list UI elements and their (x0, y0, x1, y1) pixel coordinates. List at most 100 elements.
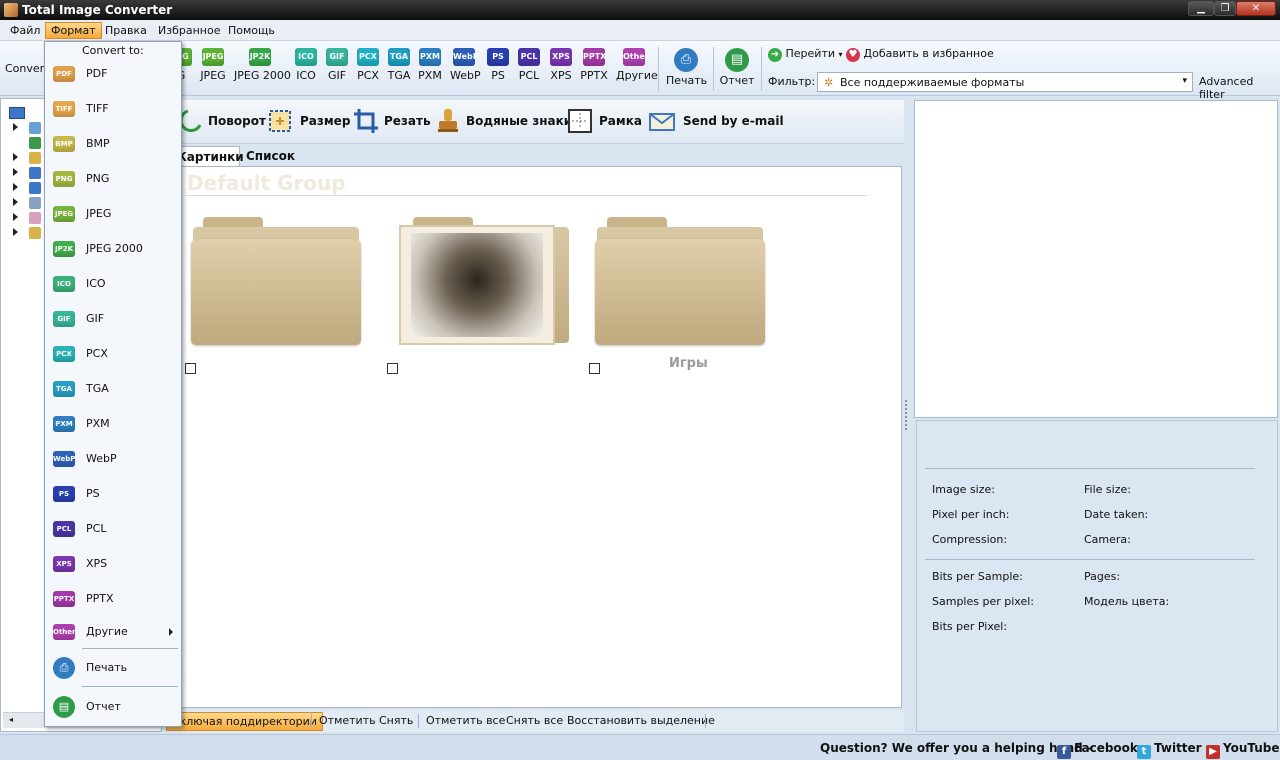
expand-arrow-icon[interactable] (13, 168, 18, 176)
add-favorites-button[interactable]: ♥ Добавить в избранное (846, 47, 994, 62)
send-email-button[interactable]: Send by e-mail (648, 107, 784, 137)
toolbar-pptx[interactable]: PPTX PPTX (580, 48, 608, 82)
twitter-icon: t (1137, 745, 1151, 759)
check-all-button[interactable]: Отметить все (426, 714, 505, 727)
menu-item-print[interactable]: ⎙ Печать (49, 653, 179, 683)
expand-arrow-icon[interactable] (13, 198, 18, 206)
goto-button[interactable]: ➜ Перейти ▾ (768, 47, 843, 62)
uncheck-button[interactable]: Снять (379, 714, 413, 727)
info-bits-per-pixel: Bits per Pixel: (932, 620, 1008, 633)
arrow-right-icon: ➜ (768, 48, 782, 62)
menu-format[interactable]: Формат (45, 22, 102, 39)
menu-item-ico[interactable]: ICO ICO (49, 269, 179, 299)
close-button[interactable]: ✕ (1236, 1, 1276, 16)
jp2k-icon: JP2K (53, 241, 75, 257)
menu-favorites[interactable]: Избранное (153, 23, 225, 38)
resize-icon (269, 110, 291, 132)
menu-item-report[interactable]: ▤ Отчет (49, 692, 179, 722)
menu-item-pcx[interactable]: PCX PCX (49, 339, 179, 369)
view-tabs: Картинки Список (162, 146, 904, 166)
toolbar-jpeg2000[interactable]: JP2K JPEG 2000 (234, 48, 291, 82)
toolbar-other[interactable]: Other Другие (616, 48, 658, 82)
xps-icon: XPS (53, 556, 75, 572)
info-file-size: File size: (1084, 483, 1131, 496)
expand-arrow-icon[interactable] (13, 123, 18, 131)
frame-button[interactable]: Рамка (566, 107, 644, 137)
thumbnail-checkbox[interactable] (589, 363, 600, 374)
expand-arrow-icon[interactable] (13, 213, 18, 221)
pdf-icon: PDF (53, 66, 75, 82)
menu-item-jpeg2000[interactable]: JP2K JPEG 2000 (49, 234, 179, 264)
rotate-button[interactable]: Поворот (178, 107, 266, 137)
uncheck-all-button[interactable]: Снять все (506, 714, 563, 727)
minimize-button[interactable]: ▁ (1188, 1, 1214, 16)
toolbar-pcl[interactable]: PCL PCL (517, 48, 541, 82)
menu-item-pcl[interactable]: PCL PCL (49, 514, 179, 544)
filter-select[interactable]: ✲ Все поддерживаемые форматы ▾ (817, 72, 1193, 92)
maximize-button[interactable]: ❐ (1214, 1, 1236, 16)
toolbar-xps[interactable]: XPS XPS (549, 48, 573, 82)
menu-item-png[interactable]: PNG PNG (49, 164, 179, 194)
toolbar-ps[interactable]: PS PS (487, 48, 509, 82)
toolbar-gif[interactable]: GIF GIF (325, 48, 349, 82)
crop-button[interactable]: Резать (352, 107, 431, 137)
panel-splitter[interactable] (905, 400, 909, 430)
menu-item-pptx[interactable]: PPTX PPTX (49, 584, 179, 614)
report-button[interactable]: ▤ Отчет (718, 48, 756, 87)
expand-arrow-icon[interactable] (13, 183, 18, 191)
thumbnail-folder-with-image[interactable] (399, 217, 571, 347)
menu-item-ps[interactable]: PS PS (49, 479, 179, 509)
menu-edit[interactable]: Правка (100, 23, 152, 38)
menu-item-jpeg[interactable]: JPEG JPEG (49, 199, 179, 229)
toolbar-tga[interactable]: TGA TGA (387, 48, 411, 82)
tab-list[interactable]: Список (240, 146, 301, 166)
youtube-link[interactable]: ▶ YouTube (1206, 741, 1280, 759)
thumbnail-folder[interactable] (593, 217, 765, 347)
resize-button[interactable]: Размер (266, 107, 350, 137)
watermark-button[interactable]: Водяные знаки (434, 107, 572, 137)
folder-icon (29, 122, 41, 134)
facebook-link[interactable]: f Facebook (1057, 741, 1138, 759)
include-subdirs-toggle[interactable]: Включая поддиректории (166, 712, 323, 731)
toolbar-separator (761, 47, 762, 91)
check-button[interactable]: Отметить (319, 714, 376, 727)
pxm-icon: PXM (419, 48, 441, 66)
menu-item-xps[interactable]: XPS XPS (49, 549, 179, 579)
menu-separator (82, 648, 178, 649)
menu-item-tiff[interactable]: TIFF TIFF (49, 94, 179, 124)
webp-icon: WebP (53, 451, 75, 467)
menu-item-pdf[interactable]: PDF PDF (49, 59, 179, 89)
menu-item-gif[interactable]: GIF GIF (49, 304, 179, 334)
thumbnail-view[interactable]: Default Group Игры (170, 166, 902, 708)
menu-item-bmp[interactable]: BMP BMP (49, 129, 179, 159)
separator (705, 714, 706, 728)
menu-item-tga[interactable]: TGA TGA (49, 374, 179, 404)
advanced-filter-link[interactable]: Advanced filter (1199, 75, 1280, 101)
toolbar-ico[interactable]: ICO ICO (294, 48, 318, 82)
expand-arrow-icon[interactable] (13, 153, 18, 161)
thumbnail-checkbox[interactable] (387, 363, 398, 374)
toolbar-pcx[interactable]: PCX PCX (356, 48, 380, 82)
scroll-left-arrow-icon[interactable]: ◂ (9, 715, 13, 724)
thumbnail-checkbox[interactable] (185, 363, 196, 374)
report-icon: ▤ (53, 696, 75, 718)
toolbar-jpeg[interactable]: JPEG JPEG (200, 48, 226, 82)
menu-file[interactable]: Файл (5, 23, 45, 38)
info-samples-per-pixel: Samples per pixel: (932, 595, 1034, 608)
thumbnail-folder[interactable] (189, 217, 361, 347)
filter-label: Фильтр: (768, 75, 816, 88)
expand-arrow-icon[interactable] (13, 228, 18, 236)
printer-icon: ⎙ (674, 48, 698, 72)
ico-icon: ICO (295, 48, 317, 66)
menu-item-pxm[interactable]: PXM PXM (49, 409, 179, 439)
menu-item-other[interactable]: Other Другие (49, 617, 179, 647)
pcx-icon: PCX (53, 346, 75, 362)
menu-item-webp[interactable]: WebP WebP (49, 444, 179, 474)
toolbar-pxm[interactable]: PXM PXM (418, 48, 442, 82)
twitter-link[interactable]: t Twitter (1137, 741, 1202, 759)
print-button[interactable]: ⎙ Печать (666, 48, 707, 87)
menu-help[interactable]: Помощь (223, 23, 280, 38)
bmp-icon: BMP (53, 136, 75, 152)
toolbar-webp[interactable]: WebP WebP (450, 48, 481, 82)
restore-selection-button[interactable]: Восстановить выделение (567, 714, 715, 727)
